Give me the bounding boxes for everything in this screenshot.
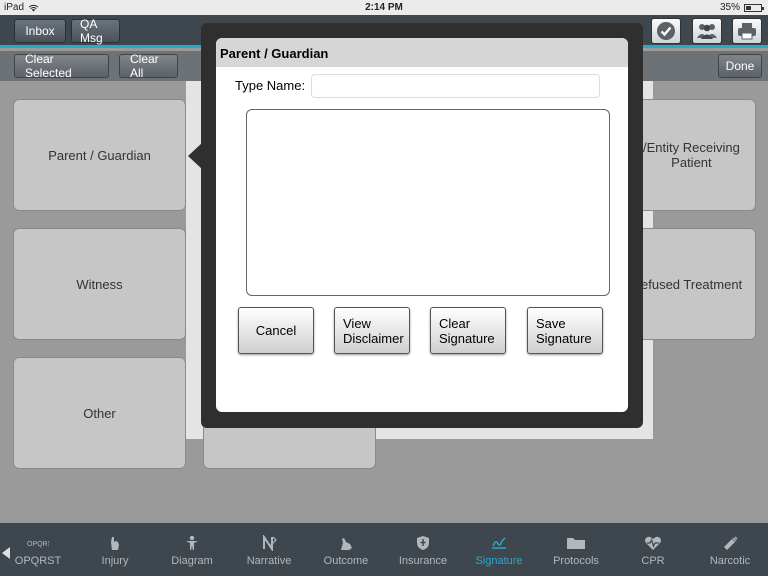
tab-label: Outcome <box>323 555 369 567</box>
qa-msg-button[interactable]: QA Msg <box>71 17 120 45</box>
check-icon <box>657 22 675 40</box>
clear-selected-button[interactable]: Clear Selected <box>14 52 109 80</box>
heart-icon <box>642 534 664 552</box>
battery-percent: 35% <box>719 2 740 13</box>
signature-icon <box>488 534 510 552</box>
tab-narcotic[interactable]: Narcotic <box>692 527 768 567</box>
narcotic-icon <box>719 534 741 552</box>
checkmark-button[interactable] <box>651 18 681 44</box>
tile-witness[interactable]: Witness <box>13 228 186 340</box>
shield-icon <box>412 534 434 552</box>
inbox-button[interactable]: Inbox <box>14 19 66 43</box>
tab-narrative[interactable]: Narrative <box>231 527 307 567</box>
clear-signature-button[interactable]: Clear Signature <box>430 307 506 354</box>
view-disclaimer-button[interactable]: View Disclaimer <box>334 307 410 354</box>
tab-label: Insurance <box>398 555 448 567</box>
crew-button[interactable] <box>692 18 722 44</box>
tab-label: Protocols <box>553 555 599 567</box>
tab-label: Narcotic <box>709 555 751 567</box>
tile-parent-guardian[interactable]: Parent / Guardian <box>13 99 186 211</box>
narrative-icon <box>258 534 280 552</box>
printer-icon <box>738 23 756 40</box>
tab-label: Narrative <box>246 555 292 567</box>
people-icon <box>697 24 717 39</box>
tile-other[interactable]: Other <box>13 357 186 469</box>
tab-cpr[interactable]: CPR <box>615 527 691 567</box>
signature-dialog: Parent / Guardian Type Name: Cancel View… <box>216 38 628 412</box>
tab-label: Diagram <box>171 555 213 567</box>
tab-opqrst[interactable]: OPQRST OPQRST <box>0 527 76 567</box>
folder-icon <box>565 534 587 552</box>
type-name-input[interactable] <box>311 74 600 98</box>
opqrst-icon: OPQRST <box>27 534 49 552</box>
done-button[interactable]: Done <box>718 54 762 78</box>
outcome-icon <box>335 534 357 552</box>
tab-label: OPQRST <box>14 555 62 567</box>
person-icon <box>181 534 203 552</box>
tab-diagram[interactable]: Diagram <box>154 527 230 567</box>
save-signature-button[interactable]: Save Signature <box>527 307 603 354</box>
tab-label: Signature <box>475 555 523 567</box>
status-bar: iPad 2:14 PM 35% <box>0 0 768 15</box>
tab-protocols[interactable]: Protocols <box>538 527 614 567</box>
tab-injury[interactable]: Injury <box>77 527 153 567</box>
tab-signature[interactable]: Signature <box>461 527 537 567</box>
signature-pad[interactable] <box>246 109 610 296</box>
tab-insurance[interactable]: Insurance <box>385 527 461 567</box>
hand-icon <box>104 534 126 552</box>
type-name-label: Type Name: <box>235 78 306 93</box>
tab-label: CPR <box>641 555 665 567</box>
popover-arrow <box>188 143 202 169</box>
svg-text:OPQRST: OPQRST <box>27 541 49 548</box>
bottom-tab-bar: OPQRST OPQRST Injury Diagram Narrative O… <box>0 523 768 576</box>
tab-outcome[interactable]: Outcome <box>308 527 384 567</box>
status-time: 2:14 PM <box>365 2 403 13</box>
clear-all-button[interactable]: Clear All <box>119 52 178 80</box>
dialog-title: Parent / Guardian <box>216 38 628 67</box>
battery-icon <box>744 3 764 12</box>
tab-label: Injury <box>101 555 129 567</box>
print-button[interactable] <box>732 18 762 44</box>
cancel-button[interactable]: Cancel <box>238 307 314 354</box>
